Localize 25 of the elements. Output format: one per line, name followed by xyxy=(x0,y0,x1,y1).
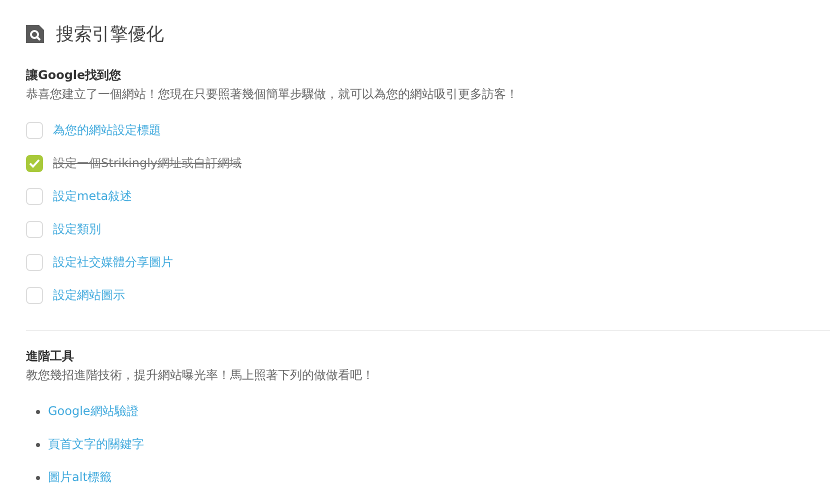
checkbox[interactable] xyxy=(26,221,43,238)
task-link[interactable]: 設定社交媒體分享圖片 xyxy=(53,254,173,271)
tool-link[interactable]: 頁首文字的關鍵字 xyxy=(48,436,144,453)
bullet-icon xyxy=(36,410,40,414)
section-heading: 讓Google找到您 xyxy=(26,67,122,84)
checkbox[interactable] xyxy=(26,122,43,139)
bullet-icon xyxy=(36,442,40,446)
task-link[interactable]: 為您的網站設定標題 xyxy=(53,122,161,139)
checkbox[interactable] xyxy=(26,155,43,172)
checkbox[interactable] xyxy=(26,254,43,271)
section-description: 教您幾招進階技術，提升網站曝光率！馬上照著下列的做做看吧！ xyxy=(26,367,375,384)
checkbox[interactable] xyxy=(26,287,43,304)
task-link[interactable]: 設定meta敍述 xyxy=(53,188,132,205)
checkbox[interactable] xyxy=(26,188,43,205)
section-description: 恭喜您建立了一個網站！您現在只要照著幾個簡單步驟做，就可以為您的網站吸引更多訪客！ xyxy=(26,86,519,103)
tool-link[interactable]: Google網站驗證 xyxy=(48,403,138,420)
task-link[interactable]: 設定一個Strikingly網址或自訂網域 xyxy=(53,155,242,172)
task-link[interactable]: 設定網站圖示 xyxy=(53,287,125,304)
bullet-icon xyxy=(36,476,40,480)
page-title: 搜索引擎優化 xyxy=(56,23,164,46)
tool-link[interactable]: 圖片alt標籤 xyxy=(48,469,112,486)
search-icon xyxy=(26,25,44,43)
task-link[interactable]: 設定類別 xyxy=(53,221,101,238)
section-heading: 進階工具 xyxy=(26,348,75,365)
checkmark-icon xyxy=(29,159,40,168)
